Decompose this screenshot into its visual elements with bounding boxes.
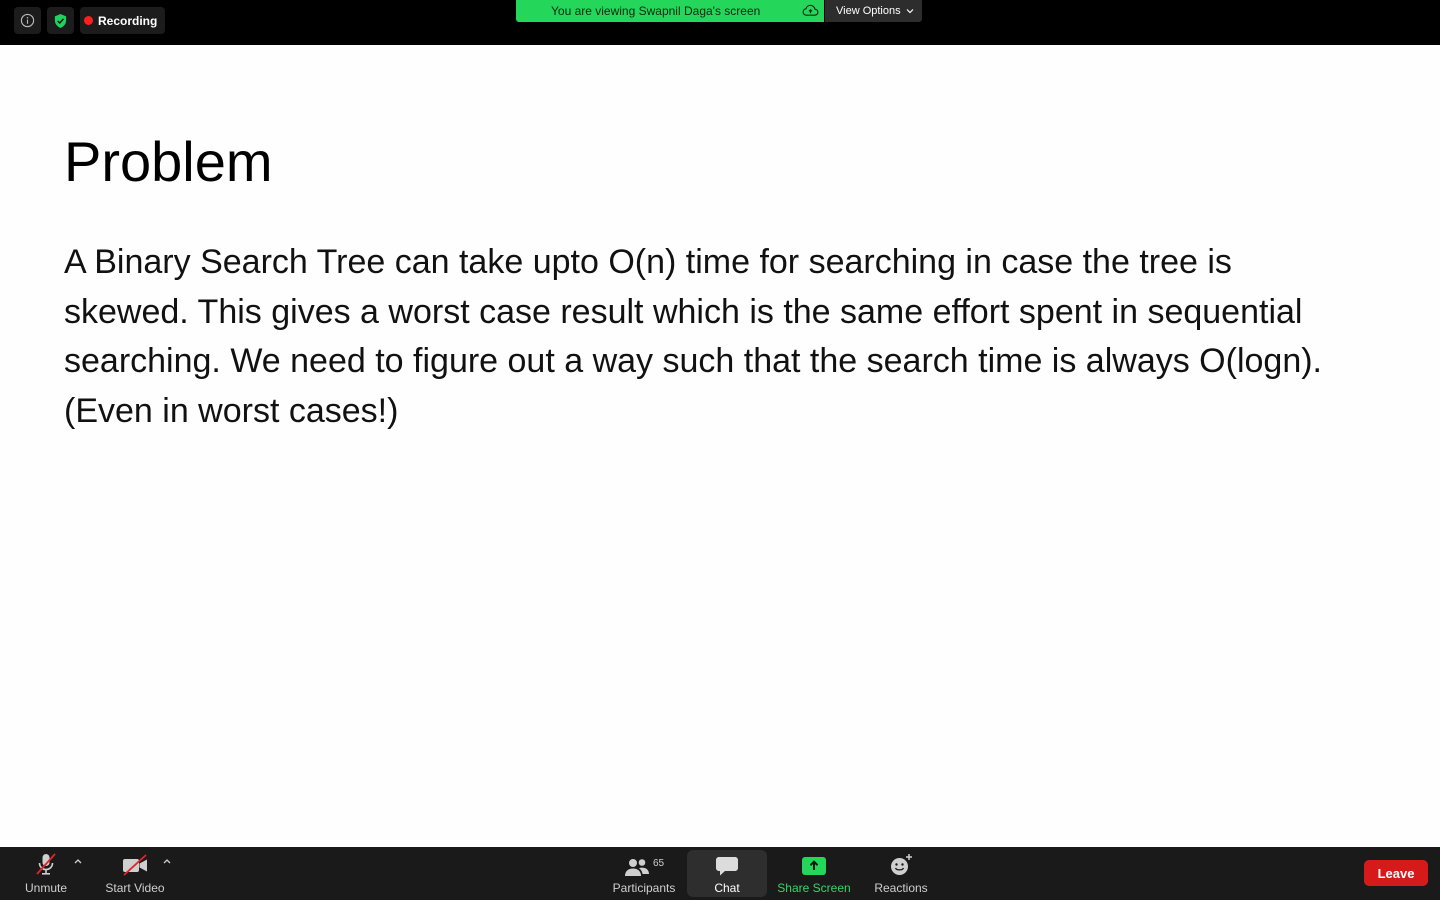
view-options-button[interactable]: View Options bbox=[825, 0, 922, 22]
meeting-top-bar: Recording You are viewing Swapnil Daga's… bbox=[0, 0, 1440, 45]
unmute-label: Unmute bbox=[24, 881, 68, 895]
chat-label: Chat bbox=[714, 881, 740, 895]
meeting-controls-bar: Unmute Start Video 65 Participants Chat … bbox=[0, 847, 1440, 900]
shield-check-icon bbox=[54, 13, 67, 28]
microphone-muted-icon bbox=[36, 853, 56, 875]
share-screen-icon bbox=[802, 857, 826, 875]
leave-button[interactable]: Leave bbox=[1364, 860, 1428, 886]
video-options-chevron-icon[interactable] bbox=[162, 857, 172, 865]
participants-label: Participants bbox=[612, 881, 676, 895]
unmute-button[interactable]: Unmute bbox=[18, 847, 74, 900]
share-screen-label: Share Screen bbox=[777, 881, 851, 895]
viewing-screen-text: You are viewing Swapnil Daga's screen bbox=[551, 4, 761, 18]
shared-screen-slide: Problem A Binary Search Tree can take up… bbox=[0, 45, 1440, 847]
reactions-button[interactable]: Reactions bbox=[868, 847, 934, 900]
start-video-label: Start Video bbox=[105, 881, 165, 895]
view-options-label: View Options bbox=[836, 5, 901, 17]
participants-button[interactable]: 65 Participants bbox=[607, 847, 681, 900]
viewing-screen-banner: You are viewing Swapnil Daga's screen bbox=[516, 0, 824, 22]
chat-button[interactable]: Chat bbox=[687, 847, 767, 900]
security-button[interactable] bbox=[47, 7, 74, 34]
slide-body-text: A Binary Search Tree can take upto O(n) … bbox=[64, 243, 1322, 430]
share-screen-button[interactable]: Share Screen bbox=[772, 847, 856, 900]
participants-icon bbox=[624, 859, 649, 876]
slide-title: Problem bbox=[64, 130, 273, 193]
video-off-icon bbox=[123, 854, 147, 876]
recording-label: Recording bbox=[98, 13, 158, 28]
reactions-icon bbox=[891, 854, 912, 875]
meeting-info-button[interactable] bbox=[14, 7, 41, 34]
cloud-icon[interactable] bbox=[802, 3, 819, 18]
recording-indicator[interactable]: Recording bbox=[80, 7, 166, 34]
reactions-label: Reactions bbox=[874, 881, 928, 895]
participants-count: 65 bbox=[652, 858, 665, 869]
recording-dot-icon bbox=[84, 16, 93, 25]
chat-icon bbox=[716, 857, 738, 876]
audio-options-chevron-icon[interactable] bbox=[73, 857, 83, 865]
start-video-button[interactable]: Start Video bbox=[100, 847, 170, 900]
info-icon bbox=[20, 13, 35, 28]
chevron-down-icon bbox=[906, 9, 914, 14]
